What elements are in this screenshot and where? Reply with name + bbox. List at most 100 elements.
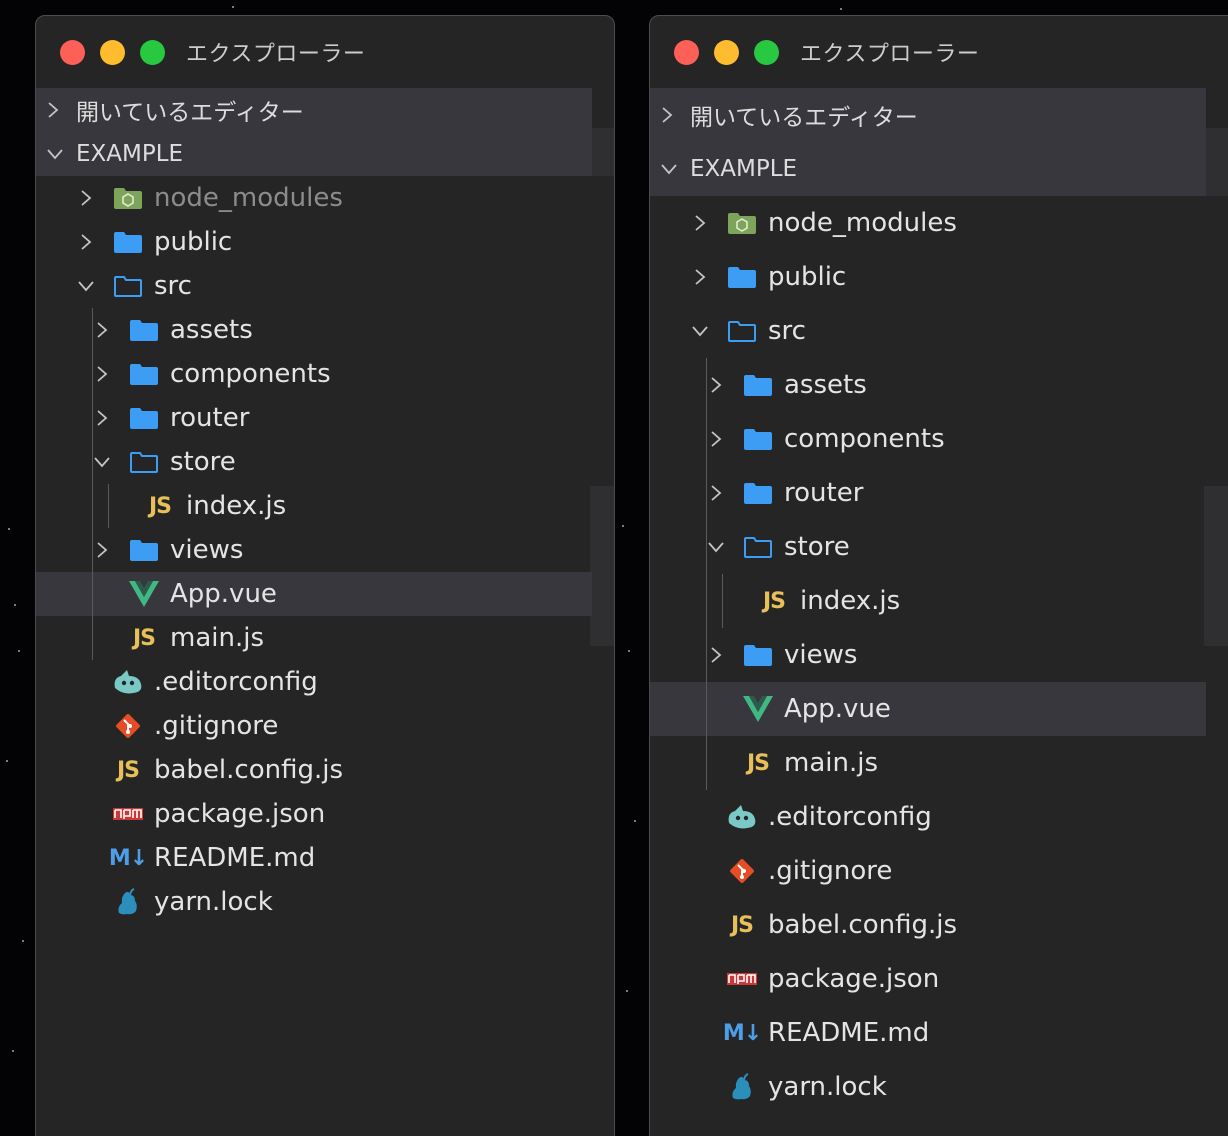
chevron-right-icon [650, 106, 690, 124]
item-label: .editorconfig [154, 667, 318, 697]
chevron-right-icon[interactable] [80, 409, 124, 427]
folder-item[interactable]: assets [36, 308, 592, 352]
zoom-window-button[interactable] [140, 39, 165, 65]
chevron-right-icon[interactable] [694, 376, 738, 394]
chevron-down-icon[interactable] [64, 279, 108, 293]
chevron-right-icon[interactable] [694, 484, 738, 502]
file-item[interactable]: App.vue [650, 682, 1206, 736]
star [14, 604, 16, 606]
chevron-right-icon[interactable] [64, 189, 108, 207]
chevron-right-icon[interactable] [694, 646, 738, 664]
chevron-right-icon[interactable] [80, 541, 124, 559]
chevron-down-icon[interactable] [694, 540, 738, 554]
window-title: エクスプローラー [800, 42, 980, 67]
folder-item[interactable]: src [36, 264, 592, 308]
star [626, 990, 628, 992]
chevron-right-icon[interactable] [678, 268, 722, 286]
folder-item[interactable]: router [650, 466, 1206, 520]
section-label: EXAMPLE [76, 141, 184, 167]
folder-item[interactable]: store [36, 440, 592, 484]
item-label: components [170, 359, 331, 389]
file-item[interactable]: package.json [36, 792, 592, 836]
folder-item[interactable]: router [36, 396, 592, 440]
folder-icon [738, 373, 778, 397]
explorer-panel-right: エクスプローラー開いているエディター EXAMPLE node_modules pub… [649, 15, 1228, 1136]
item-label: router [170, 403, 250, 433]
file-item[interactable]: JS babel.config.js [36, 748, 592, 792]
file-item[interactable]: App.vue [36, 572, 592, 616]
folder-icon [738, 481, 778, 505]
js-icon: JS [722, 913, 762, 938]
section-open-editors[interactable]: 開いているエディター [650, 88, 1206, 142]
file-item[interactable]: JS index.js [650, 574, 1206, 628]
file-item[interactable]: .editorconfig [36, 660, 592, 704]
js-icon: JS [140, 494, 180, 519]
chevron-right-icon[interactable] [678, 214, 722, 232]
file-item[interactable]: M↓ README.md [36, 836, 592, 880]
chevron-right-icon[interactable] [80, 365, 124, 383]
zoom-window-button[interactable] [754, 39, 779, 65]
editor-edge [1204, 486, 1228, 596]
folder-item[interactable]: node_modules [36, 176, 592, 220]
title-bar: エクスプローラー [650, 16, 1228, 88]
item-label: package.json [768, 964, 940, 994]
close-window-button[interactable] [60, 39, 85, 65]
item-label: index.js [186, 491, 287, 521]
editor-edge [590, 596, 614, 646]
item-label: src [768, 316, 806, 346]
file-item[interactable]: .gitignore [650, 844, 1206, 898]
star [628, 650, 630, 652]
js-glyph: JS [762, 588, 786, 614]
item-label: assets [170, 315, 253, 345]
section-open-editors[interactable]: 開いているエディター [36, 88, 592, 132]
item-label: README.md [154, 843, 316, 873]
folder-icon [124, 318, 164, 342]
folder-item[interactable]: views [36, 528, 592, 572]
folder-item[interactable]: components [36, 352, 592, 396]
folder-item[interactable]: store [650, 520, 1206, 574]
file-item[interactable]: .editorconfig [650, 790, 1206, 844]
file-item[interactable]: JS main.js [36, 616, 592, 660]
chevron-down-icon[interactable] [678, 324, 722, 338]
folder-item[interactable]: public [650, 250, 1206, 304]
window-title: エクスプローラー [186, 42, 366, 67]
minimize-window-button[interactable] [100, 39, 125, 65]
folder-icon [108, 230, 148, 254]
indent-guide [92, 308, 93, 660]
file-item[interactable]: JS main.js [650, 736, 1206, 790]
chevron-down-icon[interactable] [80, 455, 124, 469]
item-label: main.js [784, 748, 878, 778]
item-label: public [154, 227, 233, 257]
file-item[interactable]: JS babel.config.js [650, 898, 1206, 952]
chevron-right-icon[interactable] [694, 430, 738, 448]
file-item[interactable]: yarn.lock [650, 1060, 1206, 1114]
yarn-icon [722, 1072, 762, 1102]
section-project[interactable]: EXAMPLE [36, 132, 592, 176]
item-label: store [784, 532, 850, 562]
folder-item[interactable]: views [650, 628, 1206, 682]
file-tree: node_modulespublic src assets components rou… [36, 176, 592, 924]
chevron-right-icon[interactable] [80, 321, 124, 339]
item-label: router [784, 478, 864, 508]
chevron-right-icon[interactable] [64, 233, 108, 251]
file-item[interactable]: yarn.lock [36, 880, 592, 924]
chevron-down-icon [36, 147, 76, 161]
folder-item[interactable]: public [36, 220, 592, 264]
close-window-button[interactable] [674, 39, 699, 65]
npm-icon [108, 808, 148, 820]
file-item[interactable]: package.json [650, 952, 1206, 1006]
folder-icon [722, 265, 762, 289]
folder-item[interactable]: node_modules [650, 196, 1206, 250]
file-item[interactable]: M↓ README.md [650, 1006, 1206, 1060]
minimize-window-button[interactable] [714, 39, 739, 65]
star [8, 528, 10, 530]
folder-item[interactable]: assets [650, 358, 1206, 412]
folder-icon [124, 362, 164, 386]
file-item[interactable]: .gitignore [36, 704, 592, 748]
folder-icon [738, 427, 778, 451]
folder-item[interactable]: components [650, 412, 1206, 466]
vue-icon [738, 695, 778, 723]
file-item[interactable]: JS index.js [36, 484, 592, 528]
folder-item[interactable]: src [650, 304, 1206, 358]
section-project[interactable]: EXAMPLE [650, 142, 1206, 196]
